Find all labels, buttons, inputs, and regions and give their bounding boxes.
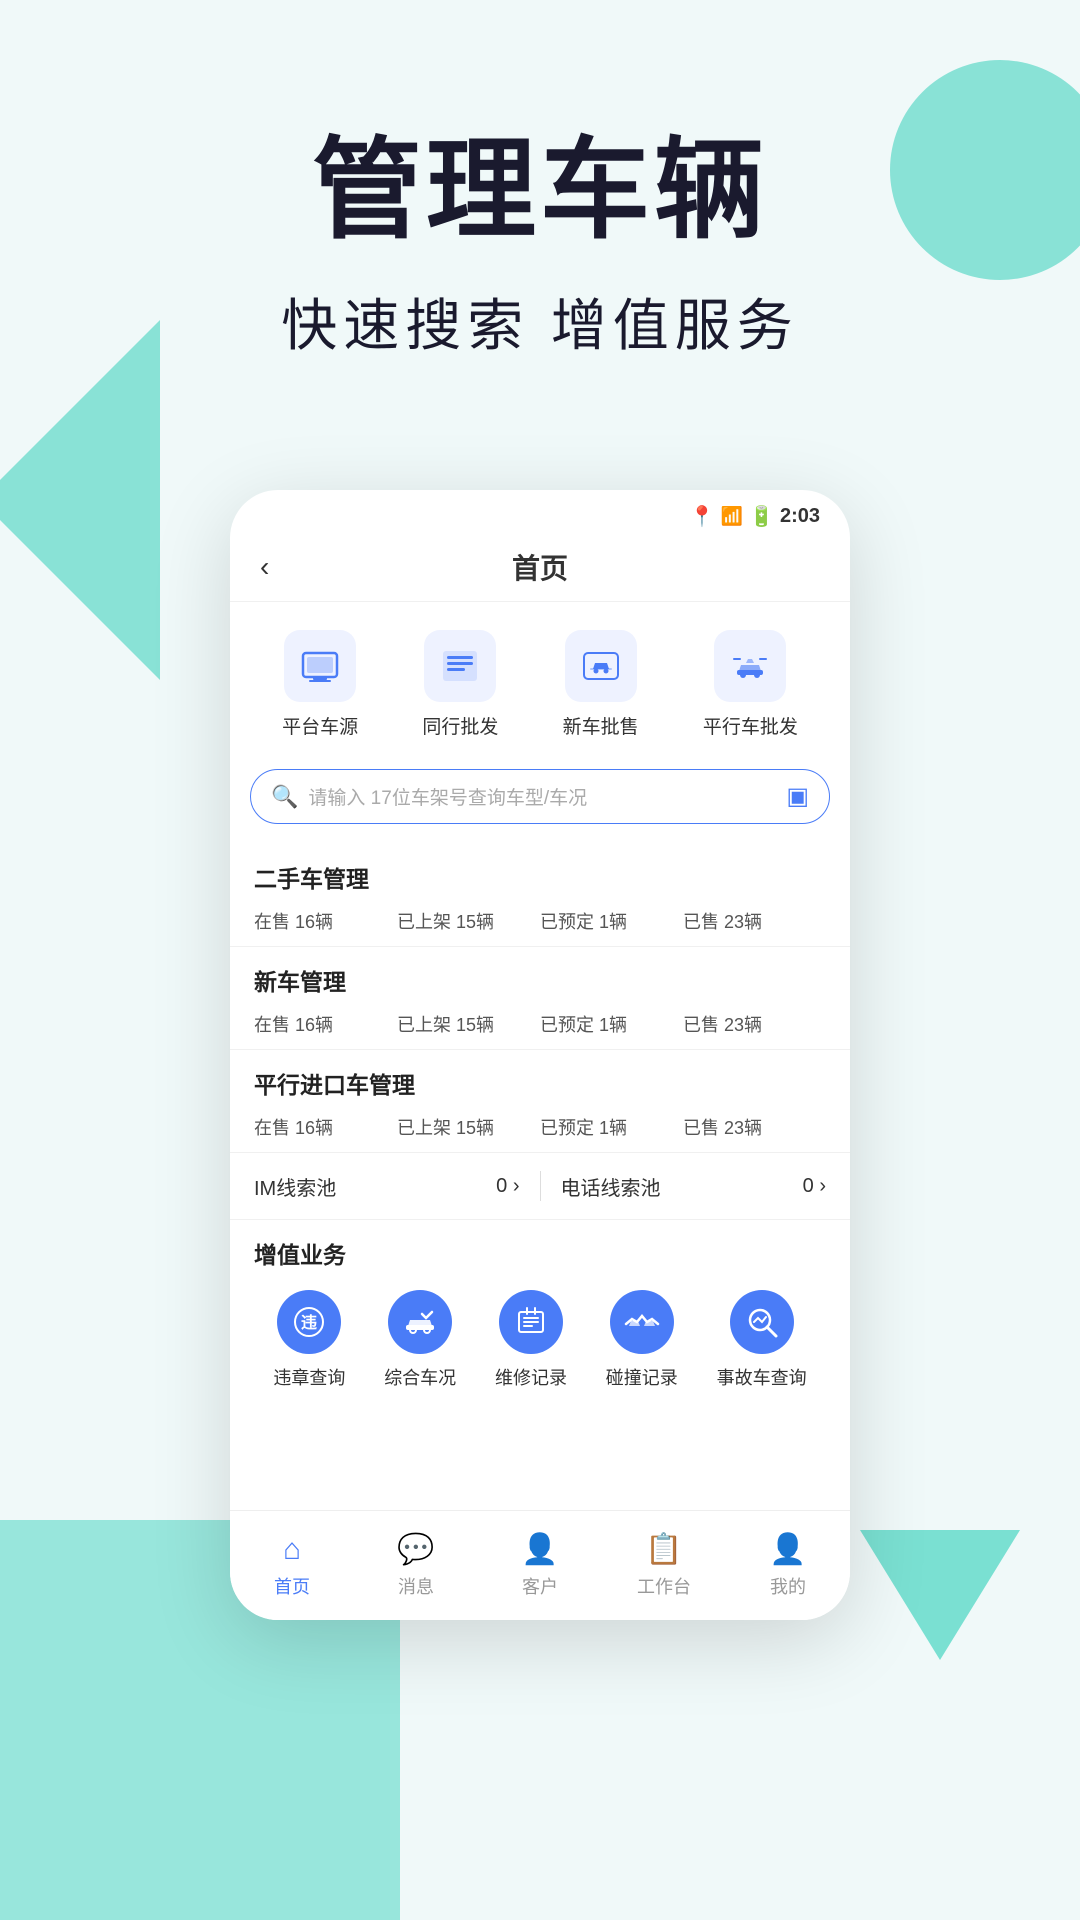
section-stats: 在售 16辆已上架 15辆已预定 1辆已售 23辆 <box>254 1011 826 1037</box>
violation-icon: 违 <box>277 1290 341 1354</box>
status-bar: 📍 📶 🔋 2:03 <box>230 490 850 537</box>
accident-icon <box>730 1290 794 1354</box>
phone-pool-item[interactable]: 电话线索池 0 › <box>561 1172 827 1201</box>
stat-item[interactable]: 已上架 15辆 <box>397 1114 540 1140</box>
va-car-check[interactable]: 综合车况 <box>384 1290 456 1390</box>
pools-row: IM线索池 0 › 电话线索池 0 › <box>230 1153 850 1220</box>
peer-wholesale-icon <box>424 630 496 702</box>
search-icon: 🔍 <box>271 784 298 810</box>
status-icons: 📍 📶 🔋 2:03 <box>690 504 820 529</box>
va-title: 增值业务 <box>254 1236 826 1270</box>
back-button[interactable]: ‹ <box>260 551 269 583</box>
phone-mockup: 📍 📶 🔋 2:03 ‹ 首页 平台车源 <box>230 490 850 1620</box>
quick-actions: 平台车源 同行批发 <box>230 602 850 759</box>
bg-decor-triangle-bottom-right <box>860 1530 1020 1660</box>
section-stats: 在售 16辆已上架 15辆已预定 1辆已售 23辆 <box>254 1114 826 1140</box>
bg-decor-triangle-left <box>0 320 160 680</box>
action-peer-wholesale-label: 同行批发 <box>422 712 498 739</box>
stat-item[interactable]: 在售 16辆 <box>254 908 397 934</box>
stat-item[interactable]: 已售 23辆 <box>683 1011 826 1037</box>
profile-label: 我的 <box>770 1573 806 1599</box>
profile-icon: 👤 <box>769 1532 806 1567</box>
stat-item[interactable]: 已售 23辆 <box>683 1114 826 1140</box>
main-title: 管理车辆 <box>0 130 1080 251</box>
header-area: 管理车辆 快速搜索 增值服务 <box>0 0 1080 362</box>
bottom-nav-message[interactable]: 💬 消息 <box>354 1532 478 1599</box>
parallel-car-icon <box>714 630 786 702</box>
phone-pool-value: 0 › <box>803 1175 826 1198</box>
stat-item[interactable]: 已上架 15辆 <box>397 908 540 934</box>
action-parallel-car-label: 平行车批发 <box>703 712 798 739</box>
va-crash[interactable]: 碰撞记录 <box>606 1290 678 1390</box>
crash-icon <box>610 1290 674 1354</box>
bottom-nav-customer[interactable]: 👤 客户 <box>478 1532 602 1599</box>
stat-item[interactable]: 已上架 15辆 <box>397 1011 540 1037</box>
stat-item[interactable]: 已预定 1辆 <box>540 908 683 934</box>
stat-item[interactable]: 已售 23辆 <box>683 908 826 934</box>
home-icon: ⌂ <box>283 1533 301 1567</box>
action-new-car-sale-label: 新车批售 <box>563 712 639 739</box>
platform-cars-icon <box>284 630 356 702</box>
section-平行进口车管理: 平行进口车管理在售 16辆已上架 15辆已预定 1辆已售 23辆 <box>230 1050 850 1153</box>
pool-divider <box>540 1171 541 1201</box>
sub-title: 快速搜索 增值服务 <box>0 281 1080 362</box>
va-repair[interactable]: 维修记录 <box>495 1290 567 1390</box>
battery-icon: 🔋 <box>749 504 774 529</box>
section-二手车管理: 二手车管理在售 16辆已上架 15辆已预定 1辆已售 23辆 <box>230 844 850 947</box>
bottom-nav: ⌂ 首页 💬 消息 👤 客户 📋 工作台 👤 我的 <box>230 1510 850 1620</box>
section-title: 平行进口车管理 <box>254 1066 826 1100</box>
nav-bar: ‹ 首页 <box>230 537 850 602</box>
home-label: 首页 <box>274 1573 310 1599</box>
page-title: 首页 <box>512 547 568 587</box>
qr-scan-icon[interactable]: ▣ <box>786 782 809 811</box>
section-title: 新车管理 <box>254 963 826 997</box>
location-icon: 📍 <box>690 504 715 529</box>
new-car-sale-icon <box>565 630 637 702</box>
phone-pool-label: 电话线索池 <box>561 1172 661 1201</box>
workbench-label: 工作台 <box>637 1573 691 1599</box>
search-placeholder: 请输入 17位车架号查询车型/车况 <box>308 783 776 810</box>
sections-container: 二手车管理在售 16辆已上架 15辆已预定 1辆已售 23辆新车管理在售 16辆… <box>230 844 850 1153</box>
signal-icon: 📶 <box>721 506 743 527</box>
section-title: 二手车管理 <box>254 860 826 894</box>
car-check-icon <box>388 1290 452 1354</box>
bottom-nav-profile[interactable]: 👤 我的 <box>726 1532 850 1599</box>
svg-text:违: 违 <box>301 1314 317 1332</box>
va-accident-label: 事故车查询 <box>717 1364 807 1390</box>
search-bar[interactable]: 🔍 请输入 17位车架号查询车型/车况 ▣ <box>250 769 830 824</box>
va-crash-label: 碰撞记录 <box>606 1364 678 1390</box>
section-stats: 在售 16辆已上架 15辆已预定 1辆已售 23辆 <box>254 908 826 934</box>
action-parallel-car[interactable]: 平行车批发 <box>703 630 798 739</box>
stat-item[interactable]: 已预定 1辆 <box>540 1011 683 1037</box>
bottom-nav-workbench[interactable]: 📋 工作台 <box>602 1532 726 1599</box>
stat-item[interactable]: 在售 16辆 <box>254 1011 397 1037</box>
im-pool-item[interactable]: IM线索池 0 › <box>254 1172 520 1201</box>
time-display: 2:03 <box>780 505 820 528</box>
im-pool-value: 0 › <box>496 1175 519 1198</box>
customer-label: 客户 <box>522 1573 558 1599</box>
stat-item[interactable]: 在售 16辆 <box>254 1114 397 1140</box>
value-added-section: 增值业务 违 违章查询 <box>230 1220 850 1404</box>
action-peer-wholesale[interactable]: 同行批发 <box>422 630 498 739</box>
repair-icon <box>499 1290 563 1354</box>
va-violation-label: 违章查询 <box>273 1364 345 1390</box>
workbench-icon: 📋 <box>645 1532 682 1567</box>
bottom-nav-home[interactable]: ⌂ 首页 <box>230 1533 354 1599</box>
stat-item[interactable]: 已预定 1辆 <box>540 1114 683 1140</box>
va-accident[interactable]: 事故车查询 <box>717 1290 807 1390</box>
va-repair-label: 维修记录 <box>495 1364 567 1390</box>
action-platform-cars-label: 平台车源 <box>282 712 358 739</box>
action-platform-cars[interactable]: 平台车源 <box>282 630 358 739</box>
message-icon: 💬 <box>397 1532 434 1567</box>
message-label: 消息 <box>398 1573 434 1599</box>
va-car-check-label: 综合车况 <box>384 1364 456 1390</box>
action-new-car-sale[interactable]: 新车批售 <box>563 630 639 739</box>
section-新车管理: 新车管理在售 16辆已上架 15辆已预定 1辆已售 23辆 <box>230 947 850 1050</box>
va-icons-row: 违 违章查询 综合车况 <box>254 1290 826 1390</box>
im-pool-label: IM线索池 <box>254 1172 336 1201</box>
customer-icon: 👤 <box>521 1532 558 1567</box>
va-violation[interactable]: 违 违章查询 <box>273 1290 345 1390</box>
